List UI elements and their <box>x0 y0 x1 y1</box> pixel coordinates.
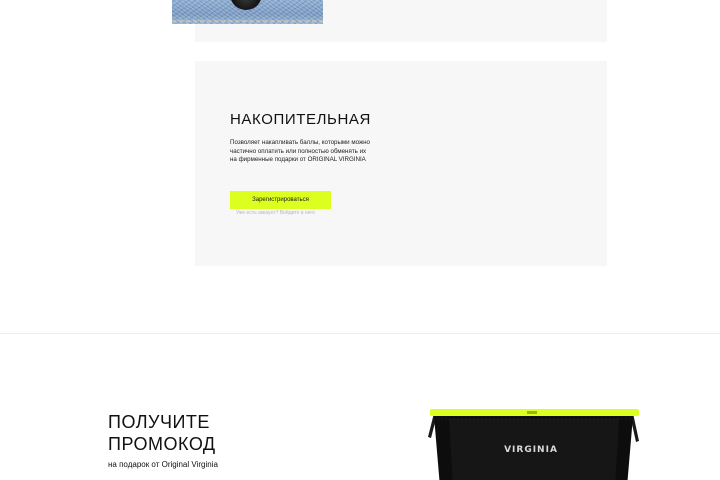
login-link[interactable]: Уже есть аккаунт? Войдите в него <box>236 210 315 216</box>
register-button[interactable]: Зарегистрироваться <box>230 191 331 209</box>
bag-brand-text: VIRGINIA <box>504 445 558 455</box>
denim-fabric-photo <box>172 0 323 24</box>
product-bag-image: VIRGINIA <box>427 407 642 480</box>
card-description: Позволяет накапливать баллы, которыми мо… <box>230 139 370 164</box>
section-divider <box>0 333 720 334</box>
card-title: НАКОПИТЕЛЬНАЯ <box>230 111 371 128</box>
promo-subtitle: на подарок от Original Virginia <box>108 460 218 469</box>
product-object-image <box>230 0 262 10</box>
page: НАКОПИТЕЛЬНАЯ Позволяет накапливать балл… <box>0 0 720 480</box>
promo-title: ПОЛУЧИТЕ ПРОМОКОД <box>108 412 216 454</box>
loyalty-card: НАКОПИТЕЛЬНАЯ Позволяет накапливать балл… <box>195 61 607 266</box>
denim-seam-decoration <box>172 20 323 22</box>
